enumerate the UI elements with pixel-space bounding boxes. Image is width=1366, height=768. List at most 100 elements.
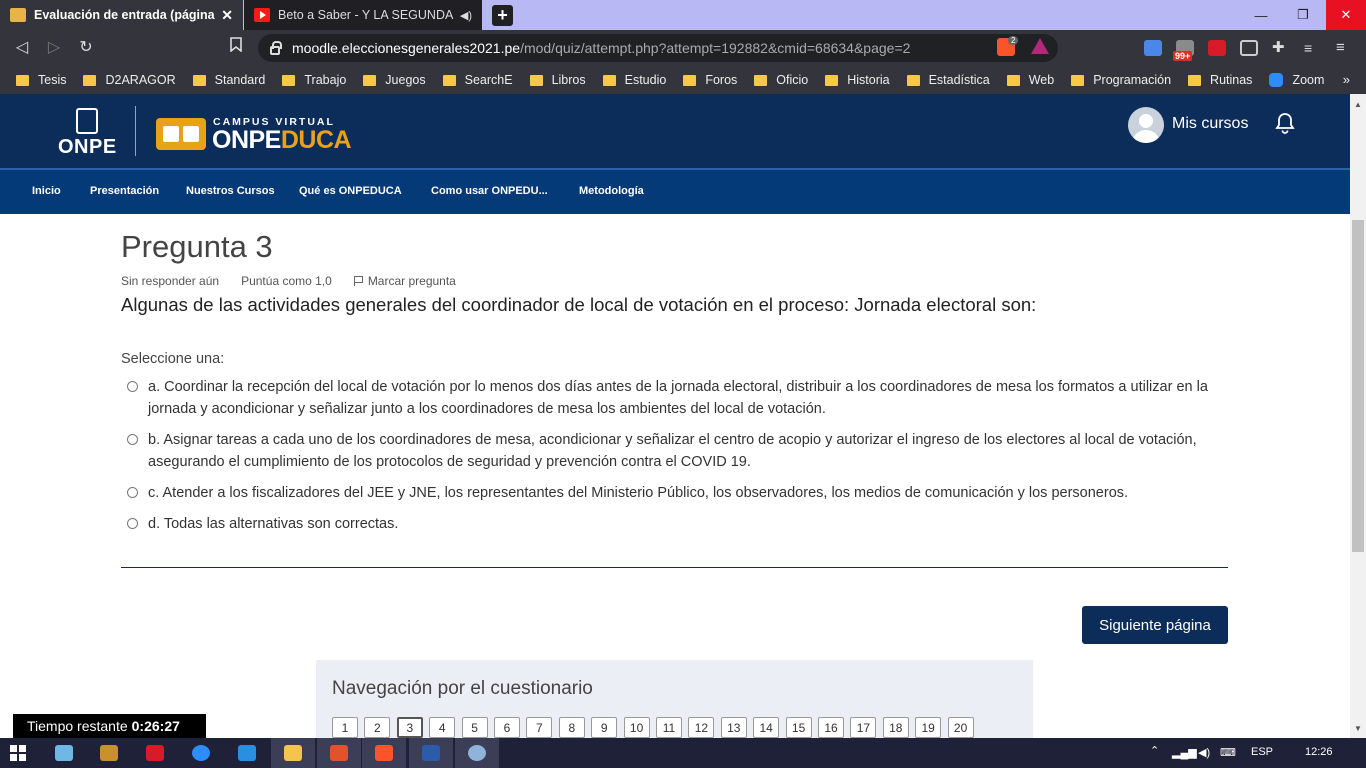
nav-inicio[interactable]: Inicio [32,185,61,197]
answer-option-d[interactable]: d. Todas las alternativas son correctas. [127,513,1227,535]
bookmark-standard[interactable]: Standard [192,73,265,87]
clock[interactable]: 12:26 [1305,746,1333,758]
office-app-icon[interactable] [317,738,361,768]
nav-presentacion[interactable]: Presentación [90,185,159,197]
bookmark-juegos[interactable]: Juegos [363,73,426,87]
quiz-page-button[interactable]: 5 [461,717,488,738]
radio-button[interactable] [127,518,138,529]
file-explorer-app-icon[interactable] [271,738,315,768]
language-indicator[interactable]: ESP [1251,746,1273,758]
bookmark-programaci-n[interactable]: Programación [1071,73,1171,87]
app-icon[interactable] [87,738,131,768]
scrollbar-thumb[interactable] [1352,220,1364,552]
bookmark-d2aragor[interactable]: D2ARAGOR [83,73,176,87]
close-icon[interactable]: ✕ [221,7,233,24]
bookmark-icon[interactable] [224,36,248,60]
new-tab-button[interactable]: + [492,5,513,26]
paint-app-icon[interactable] [455,738,499,768]
quiz-page-button[interactable]: 20 [947,717,974,738]
mega-extension-icon[interactable] [1208,40,1226,56]
nav-como-usar[interactable]: Como usar ONPEDU... [431,185,548,197]
word-app-icon[interactable] [409,738,453,768]
quiz-page-button[interactable]: 9 [591,717,618,738]
quiz-page-button[interactable]: 1 [332,717,358,738]
avatar[interactable] [1128,107,1164,143]
bell-icon[interactable] [1275,112,1295,139]
bookmark-foros[interactable]: Foros [683,73,737,87]
quiz-page-button[interactable]: 12 [688,717,715,738]
flag-question-link[interactable]: Marcar pregunta [353,274,478,288]
radio-button[interactable] [127,487,138,498]
brave-app-icon[interactable] [362,738,406,768]
zoom-icon [1269,73,1284,87]
quiz-page-button[interactable]: 14 [753,717,780,738]
folder-icon [1006,74,1020,86]
quiz-page-button[interactable]: 8 [558,717,585,738]
mega-app-icon[interactable] [133,738,177,768]
bookmark-trabajo[interactable]: Trabajo [282,73,346,87]
tray-chevron-icon[interactable]: ⌃ [1150,744,1159,757]
quiz-page-button[interactable]: 3 [396,717,423,738]
quiz-page-button[interactable]: 7 [526,717,553,738]
restore-button[interactable]: ❐ [1288,0,1318,30]
nav-nuestros-cursos[interactable]: Nuestros Cursos [186,185,275,197]
radio-button[interactable] [127,434,138,445]
media-icon[interactable] [1240,40,1258,56]
onpe-logo[interactable]: ONPE [58,104,118,158]
quiz-page-button[interactable]: 6 [494,717,520,738]
nav-que-es-onpeduca[interactable]: Qué es ONPEDUCA [299,185,402,197]
nav-metodologia[interactable]: Metodología [579,185,644,197]
zoom-app-icon[interactable] [179,738,223,768]
scroll-down-arrow-icon[interactable]: ▼ [1354,724,1362,733]
windows-start-icon[interactable] [10,745,26,761]
quiz-page-button[interactable]: 19 [915,717,942,738]
quiz-page-button[interactable]: 10 [623,717,650,738]
bookmark-libros[interactable]: Libros [529,73,586,87]
quiz-page-button[interactable]: 13 [720,717,747,738]
quiz-page-button[interactable]: 16 [818,717,844,738]
question-points: Puntúa como 1,0 [241,274,332,288]
bookmark-web[interactable]: Web [1006,73,1054,87]
bookmark-searche[interactable]: SearchE [442,73,513,87]
people-app-icon[interactable] [42,738,86,768]
answer-option-b[interactable]: b. Asignar tareas a cada uno de los coor… [127,429,1227,473]
forward-button[interactable]: ▷ [42,36,66,60]
bookmark-historia[interactable]: Historia [825,73,890,87]
menu-icon[interactable]: ≡ [1336,40,1354,56]
network-icon[interactable]: ▂▄▆ [1172,746,1197,759]
playlist-icon[interactable]: ≡ [1304,40,1322,56]
next-page-button[interactable]: Siguiente página [1082,606,1228,644]
answer-option-a[interactable]: a. Coordinar la recepción del local de v… [127,376,1227,420]
back-button[interactable]: ◁ [10,36,34,60]
quiz-page-button[interactable]: 15 [785,717,812,738]
volume-icon[interactable]: ◀) [1198,746,1210,759]
quiz-page-button[interactable]: 17 [850,717,877,738]
brave-rewards-icon[interactable] [1031,38,1049,54]
quiz-page-button[interactable]: 18 [882,717,909,738]
bookmark-rutinas[interactable]: Rutinas [1188,73,1252,87]
window-close-button[interactable]: ✕ [1326,0,1366,30]
bookmark-oficio[interactable]: Oficio [754,73,808,87]
quiz-page-button[interactable]: 2 [364,717,391,738]
bookmarks-more-button[interactable]: » [1343,72,1350,87]
bookmark-estad-stica[interactable]: Estadística [906,73,990,87]
scroll-up-arrow-icon[interactable]: ▲ [1354,100,1362,109]
mis-cursos-link[interactable]: Mis cursos [1172,115,1248,133]
quiz-page-button[interactable]: 4 [429,717,456,738]
bookmark-zoom[interactable]: Zoom [1269,73,1324,87]
tab-youtube[interactable]: Beto a Saber - Y LA SEGUNDA LISTA ◀) [244,0,482,30]
answer-option-c[interactable]: c. Atender a los fiscalizadores del JEE … [127,482,1227,504]
address-bar[interactable]: moodle.eleccionesgenerales2021.pe/mod/qu… [258,34,1058,62]
bookmark-tesis[interactable]: Tesis [16,73,66,87]
puzzle-icon[interactable]: ✚ [1272,40,1290,56]
bookmark-estudio[interactable]: Estudio [602,73,666,87]
vscode-app-icon[interactable] [225,738,269,768]
radio-button[interactable] [127,381,138,392]
minimize-button[interactable]: — [1246,0,1276,30]
translate-extension-icon[interactable] [1144,40,1162,56]
reload-button[interactable]: ↻ [74,36,98,60]
input-keyboard-icon[interactable]: ⌨ [1220,746,1236,759]
quiz-page-button[interactable]: 11 [656,717,682,738]
speaker-icon[interactable]: ◀) [460,9,472,22]
tab-quiz[interactable]: Evaluación de entrada (página 3 de 7) ✕ [0,0,243,30]
